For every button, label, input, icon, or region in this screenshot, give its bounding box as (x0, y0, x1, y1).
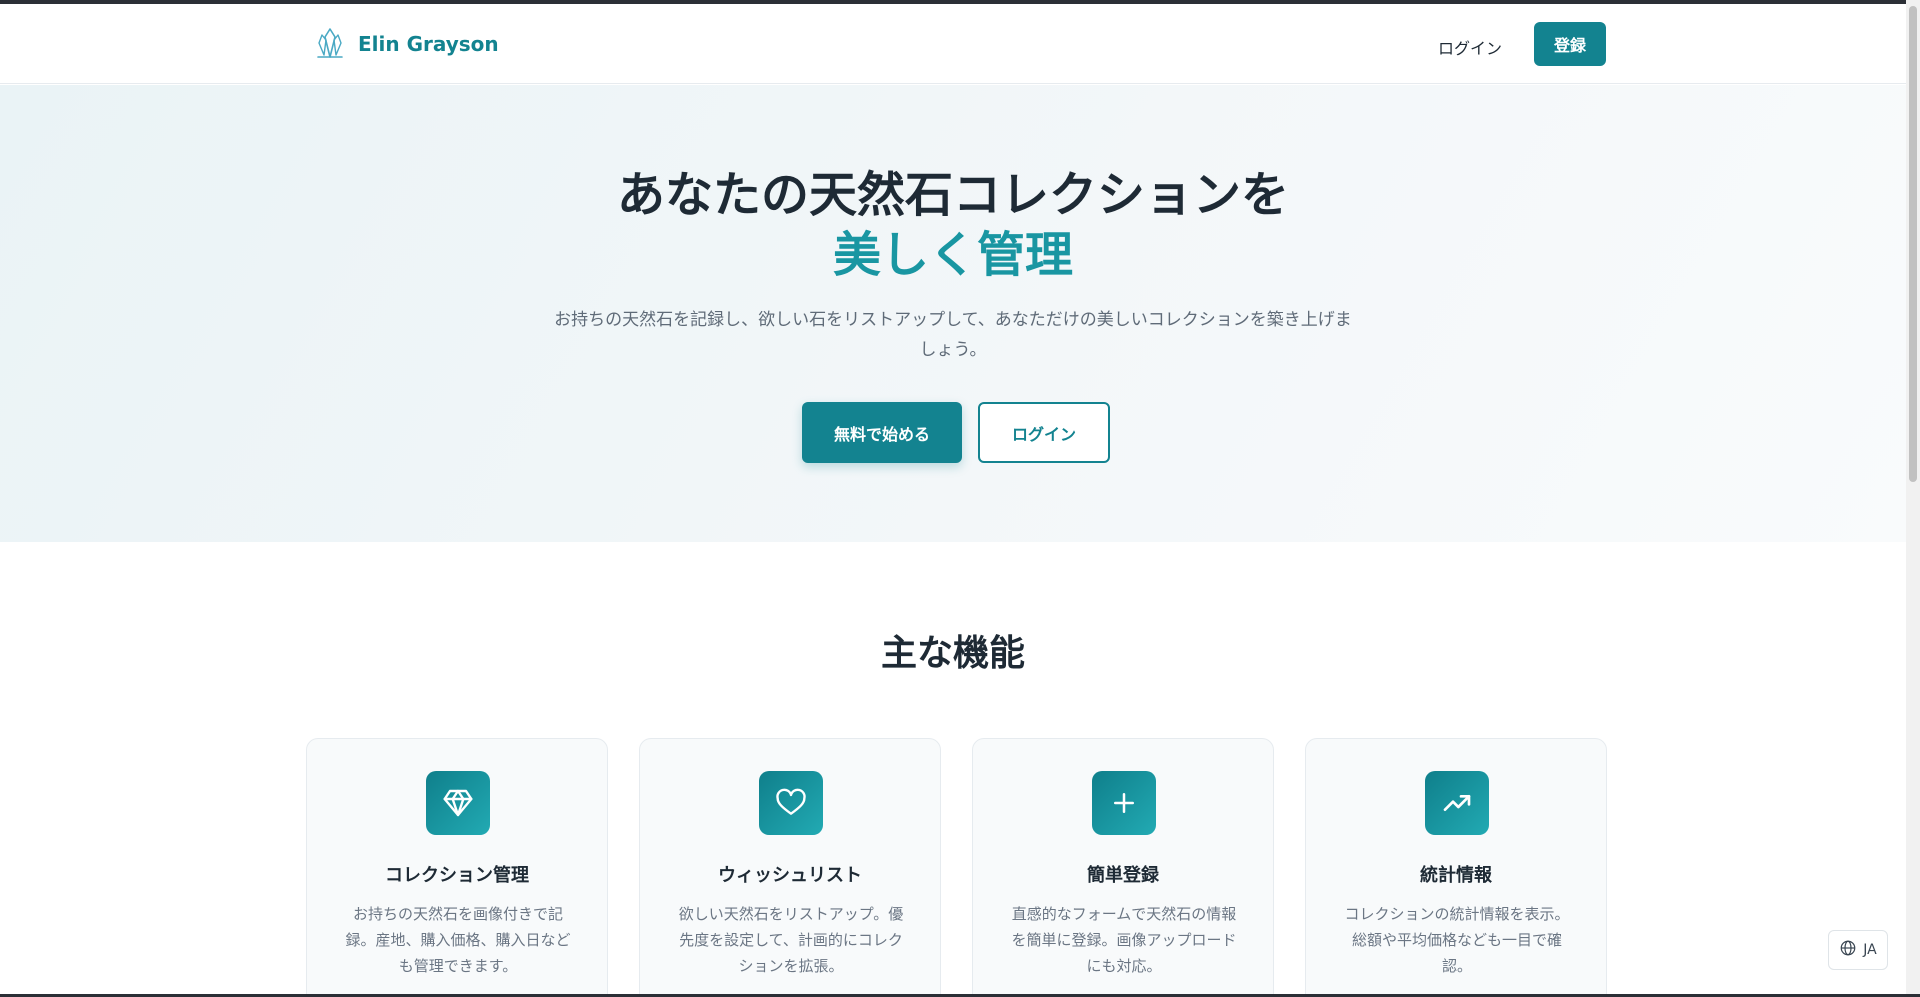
site-header: Elin Grayson ログイン 登録 (0, 4, 1906, 84)
feature-title: ウィッシュリスト (718, 865, 862, 886)
plus-icon (1092, 771, 1156, 835)
start-free-button[interactable]: 無料で始める (802, 402, 962, 463)
feature-card-wishlist: ウィッシュリスト 欲しい天然石をリストアップ。優先度を設定して、計画的にコレクシ… (639, 738, 941, 997)
trending-up-icon (1425, 771, 1489, 835)
hero-login-button[interactable]: ログイン (978, 402, 1110, 463)
hero-title: あなたの天然石コレクションを (616, 167, 1289, 223)
features-title: 主な機能 (880, 633, 1025, 674)
feature-description: お持ちの天然石を画像付きで記録。産地、購入価格、購入日なども管理できます。 (345, 905, 571, 975)
feature-title: 簡単登録 (1087, 865, 1159, 886)
feature-card-easy-register: 簡単登録 直感的なフォームで天然石の情報を簡単に登録。画像アップロードにも対応。 (972, 738, 1274, 997)
globe-icon (1839, 939, 1857, 961)
scrollbar-thumb[interactable] (1909, 6, 1917, 482)
heart-icon (759, 771, 823, 835)
feature-card-statistics: 統計情報 コレクションの統計情報を表示。総額や平均価格なども一目で確認。 (1305, 738, 1607, 997)
language-code: JA (1863, 942, 1877, 958)
brand-logo[interactable]: Elin Grayson (314, 26, 499, 62)
header-login-link[interactable]: ログイン (1424, 30, 1516, 64)
feature-title: 統計情報 (1420, 865, 1492, 886)
feature-description: コレクションの統計情報を表示。総額や平均価格なども一目で確認。 (1344, 905, 1570, 975)
feature-card-collection: コレクション管理 お持ちの天然石を画像付きで記録。産地、購入価格、購入日なども管… (306, 738, 608, 997)
header-register-button[interactable]: 登録 (1534, 22, 1606, 66)
hero-section: あなたの天然石コレクションを 美しく管理 お持ちの天然石を記録し、欲しい石をリス… (0, 85, 1906, 542)
diamond-icon (426, 771, 490, 835)
brand-name: Elin Grayson (358, 32, 499, 56)
language-switcher[interactable]: JA (1828, 930, 1888, 970)
feature-title: コレクション管理 (385, 865, 529, 886)
crystal-icon (314, 26, 346, 62)
feature-description: 欲しい天然石をリストアップ。優先度を設定して、計画的にコレクションを拡張。 (678, 905, 904, 975)
hero-title-accent: 美しく管理 (832, 227, 1073, 283)
hero-description: お持ちの天然石を記録し、欲しい石をリストアップして、あなただけの美しいコレクショ… (554, 310, 1352, 360)
feature-description: 直感的なフォームで天然石の情報を簡単に登録。画像アップロードにも対応。 (1011, 905, 1237, 975)
